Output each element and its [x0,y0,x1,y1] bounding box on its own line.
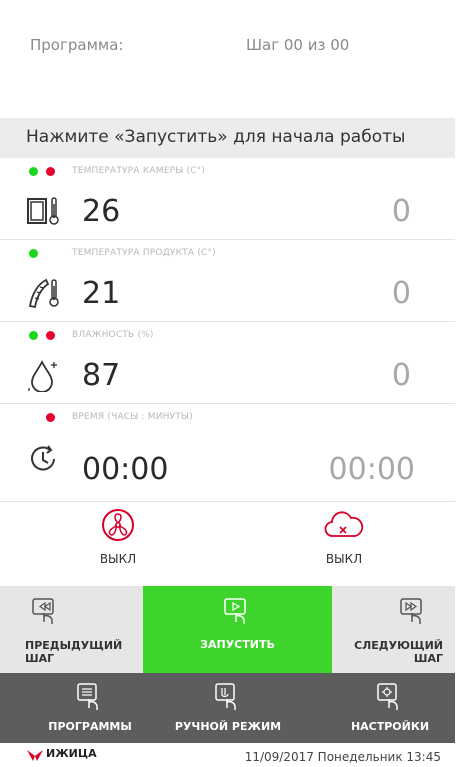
time-panel[interactable]: ВРЕМЯ (ЧАСЫ : МИНУТЫ) 00:00 00:00 [0,404,455,502]
product-temperature-panel[interactable]: ТЕМПЕРАТУРА ПРОДУКТА (C°) 21 0 [0,240,455,322]
start-label: ЗАПУСТИТЬ [200,638,275,651]
brand-logo [27,750,43,761]
chamber-temperature-value: 26 [82,194,121,229]
nav-settings-label: НАСТРОЙКИ [350,720,430,733]
param-title: ВЛАЖНОСТЬ (%) [72,330,154,340]
product-probe-thermometer-icon [28,278,59,309]
status-indicator-red [46,413,55,422]
smoke-state-label: ВЫКЛ [325,552,363,566]
next-step-label: СЛЕДУЮЩИЙ ШАГ [354,639,443,665]
previous-step-label: ПРЕДЫДУЩИЙ ШАГ [25,639,123,665]
date-time: 11/09/2017 Понедельник 13:45 [244,750,441,764]
fast-forward-touch-icon [400,598,422,624]
previous-step-button[interactable]: ПРЕДЫДУЩИЙ ШАГ [0,586,143,673]
product-temperature-target[interactable]: 0 [392,276,411,311]
cloud-off-icon [324,511,364,537]
clock-icon [31,445,55,471]
step-counter: Шаг 00 из 00 [246,36,350,54]
chamber-thermometer-icon [27,197,59,225]
nav-manual-mode[interactable]: РУЧНОЙ РЕЖИМ [168,673,288,743]
step-controls: ПРЕДЫДУЩИЙ ШАГ ЗАПУСТИТЬ СЛЕДУЮЩИЙ ШАГ [0,586,455,673]
screen-frame: Программа: Шаг 00 из 00 Нажмите «Запусти… [0,0,455,767]
program-header: Программа: Шаг 00 из 00 [0,0,455,118]
status-indicator-green [29,249,38,258]
nav-settings[interactable]: НАСТРОЙКИ [330,673,450,743]
chamber-temperature-panel[interactable]: ТЕМПЕРАТУРА КАМЕРЫ (C°) 26 0 [0,158,455,240]
humidity-target[interactable]: 0 [392,358,411,393]
status-indicator-red [46,167,55,176]
nav-programs-label: ПРОГРАММЫ [48,720,132,733]
param-title: ТЕМПЕРАТУРА ПРОДУКТА (C°) [72,248,216,258]
rewind-touch-icon [32,598,54,624]
fan-toggle[interactable]: ВЫКЛ [58,502,178,586]
device-toggles: ВЫКЛ ВЫКЛ [0,502,455,586]
param-title: ТЕМПЕРАТУРА КАМЕРЫ (C°) [72,166,206,176]
status-indicator-red [46,331,55,340]
status-footer: ИЖИЦА 11/09/2017 Понедельник 13:45 [0,743,455,767]
nav-manual-mode-label: РУЧНОЙ РЕЖИМ [174,720,282,733]
product-temperature-value: 21 [82,276,121,311]
fan-icon [102,509,134,541]
program-label: Программа: [30,36,124,54]
next-step-button[interactable]: СЛЕДУЮЩИЙ ШАГ [332,586,455,673]
start-hint-text: Нажмите «Запустить» для начала работы [26,127,406,147]
program-list-touch-icon [77,683,98,710]
settings-touch-icon [377,683,398,710]
brand-name: ИЖИЦА [46,747,97,760]
manual-mode-touch-icon [215,683,236,710]
param-title: ВРЕМЯ (ЧАСЫ : МИНУТЫ) [72,412,193,422]
humidity-value: 87 [82,358,121,393]
start-hint-banner: Нажмите «Запустить» для начала работы [0,118,455,158]
time-target[interactable]: 00:00 [329,452,415,487]
bottom-navigation: ПРОГРАММЫ РУЧНОЙ РЕЖИМ НАСТРОЙКИ [0,673,455,743]
nav-programs[interactable]: ПРОГРАММЫ [30,673,150,743]
status-indicator-green [29,167,38,176]
humidity-panel[interactable]: ВЛАЖНОСТЬ (%) 87 0 [0,322,455,404]
time-value: 00:00 [82,452,169,487]
start-button[interactable]: ЗАПУСТИТЬ [143,586,332,673]
status-indicator-green [29,331,38,340]
chamber-temperature-target[interactable]: 0 [392,194,411,229]
smoke-toggle[interactable]: ВЫКЛ [284,502,404,586]
fan-state-label: ВЫКЛ [99,552,137,566]
humidity-drop-icon [28,359,57,392]
play-touch-icon [224,598,246,624]
